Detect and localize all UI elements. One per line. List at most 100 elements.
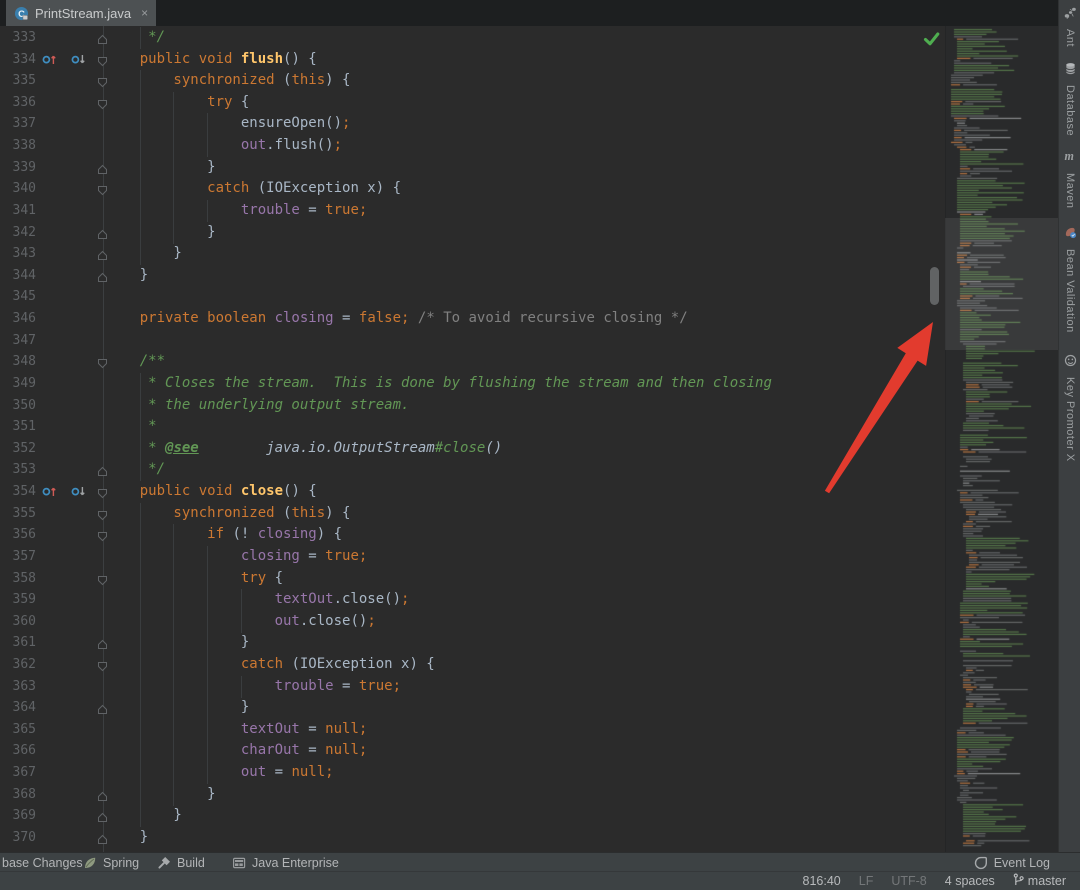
stripe-tab-key-promoter-x[interactable]: Key Promoter X (1059, 354, 1080, 462)
code-line[interactable]: 352 * @see java.io.OutputStream#close() (0, 438, 945, 460)
code-text[interactable]: try { (106, 568, 283, 590)
code-line[interactable]: 353 */ (0, 459, 945, 481)
code-text[interactable]: try { (106, 92, 249, 114)
code-line[interactable]: 348 /** (0, 351, 945, 373)
code-line[interactable]: 362 catch (IOException x) { (0, 654, 945, 676)
code-line[interactable]: 342 } (0, 222, 945, 244)
code-line[interactable]: 369 } (0, 805, 945, 827)
code-text[interactable]: } (106, 784, 216, 806)
code-line[interactable]: 364 } (0, 697, 945, 719)
code-text[interactable]: public void close() { (106, 481, 317, 503)
toolwindow-button-java-enterprise[interactable]: Java Enterprise (232, 853, 339, 872)
tab-printstream-java[interactable]: C PrintStream.java × (6, 0, 156, 26)
code-line[interactable]: 339 } (0, 157, 945, 179)
toolwindow-button-build[interactable]: Build (157, 853, 205, 872)
code-line[interactable]: 341 trouble = true; (0, 200, 945, 222)
code-line[interactable]: 334 public void flush() { (0, 49, 945, 71)
code-text[interactable]: synchronized (this) { (106, 70, 350, 92)
code-line[interactable]: 360 out.close(); (0, 611, 945, 633)
line-separator-widget[interactable]: LF (859, 874, 874, 888)
stripe-tab-ant[interactable]: Ant (1059, 6, 1080, 47)
encoding-widget[interactable]: UTF-8 (891, 874, 926, 888)
code-line[interactable]: 338 out.flush(); (0, 135, 945, 157)
code-line[interactable]: 368 } (0, 784, 945, 806)
code-line[interactable]: 346 private boolean closing = false; /* … (0, 308, 945, 330)
code-text[interactable]: } (106, 827, 148, 849)
overridden-down-icon[interactable] (71, 53, 86, 71)
code-line[interactable]: 357 closing = true; (0, 546, 945, 568)
code-text[interactable]: } (106, 265, 148, 287)
code-line[interactable]: 340 catch (IOException x) { (0, 178, 945, 200)
toolwindow-button-base-changes[interactable]: base Changes (2, 853, 83, 872)
code-line[interactable]: 347 (0, 330, 945, 352)
overridden-down-icon[interactable] (71, 485, 86, 503)
caret-position-widget[interactable]: 816:40 (803, 874, 841, 888)
code-text[interactable]: textOut = null; (106, 719, 367, 741)
code-line[interactable]: 333 */ (0, 27, 945, 49)
overrides-up-icon[interactable] (42, 53, 57, 71)
code-line[interactable]: 358 try { (0, 568, 945, 590)
code-text[interactable]: synchronized (this) { (106, 503, 350, 525)
code-text[interactable]: out.flush(); (106, 135, 342, 157)
code-text[interactable]: public void flush() { (106, 49, 317, 71)
stripe-tab-database[interactable]: Database (1059, 62, 1080, 136)
code-text[interactable]: if (! closing) { (106, 524, 342, 546)
code-text[interactable]: ensureOpen(); (106, 113, 350, 135)
code-text[interactable]: catch (IOException x) { (106, 654, 435, 676)
code-line[interactable]: 337 ensureOpen(); (0, 113, 945, 135)
code-text[interactable]: * Closes the stream. This is done by flu… (106, 373, 772, 395)
code-text[interactable]: } (106, 697, 249, 719)
code-text[interactable]: trouble = true; (106, 200, 367, 222)
stripe-tab-maven[interactable]: mMaven (1059, 150, 1080, 209)
toolwindow-button-event-log[interactable]: Event Log (974, 853, 1050, 872)
code-text[interactable]: textOut.close(); (106, 589, 409, 611)
indent-widget[interactable]: 4 spaces (945, 874, 995, 888)
code-text[interactable]: */ (106, 27, 165, 49)
code-text[interactable]: catch (IOException x) { (106, 178, 401, 200)
code-line[interactable]: 355 synchronized (this) { (0, 503, 945, 525)
code-text[interactable]: charOut = null; (106, 740, 367, 762)
code-text[interactable]: closing = true; (106, 546, 367, 568)
code-line[interactable]: 356 if (! closing) { (0, 524, 945, 546)
code-line[interactable]: 363 trouble = true; (0, 676, 945, 698)
stripe-tab-bean-validation[interactable]: Bean Validation (1059, 226, 1080, 333)
code-line[interactable]: 365 textOut = null; (0, 719, 945, 741)
code-text[interactable]: trouble = true; (106, 676, 401, 698)
code-text[interactable]: /** (106, 351, 165, 373)
code-text[interactable]: private boolean closing = false; /* To a… (106, 308, 688, 330)
code-line[interactable]: 344 } (0, 265, 945, 287)
overrides-up-icon[interactable] (42, 485, 57, 503)
code-line[interactable]: 359 textOut.close(); (0, 589, 945, 611)
code-text[interactable]: */ (106, 459, 165, 481)
code-text[interactable]: out = null; (106, 762, 334, 784)
code-line[interactable]: 350 * the underlying output stream. (0, 395, 945, 417)
minimap-viewport[interactable] (945, 218, 1058, 350)
code-text[interactable]: out.close(); (106, 611, 376, 633)
code-text[interactable]: } (106, 157, 216, 179)
code-line[interactable]: 354 public void close() { (0, 481, 945, 503)
inspections-ok-icon[interactable] (923, 31, 940, 52)
code-text[interactable]: } (106, 222, 216, 244)
code-line[interactable]: 349 * Closes the stream. This is done by… (0, 373, 945, 395)
code-line[interactable]: 345 (0, 286, 945, 308)
code-editor[interactable]: 333 */334 public void flush() {335 synch… (0, 26, 945, 852)
code-line[interactable]: 336 try { (0, 92, 945, 114)
code-minimap[interactable] (945, 26, 1059, 852)
code-text[interactable]: } (106, 805, 182, 827)
code-line[interactable]: 351 * (0, 416, 945, 438)
code-line[interactable]: 370 } (0, 827, 945, 849)
code-text[interactable]: * (106, 416, 157, 438)
toolwindow-button-spring[interactable]: Spring (83, 853, 139, 872)
code-text[interactable]: } (106, 632, 249, 654)
code-text[interactable]: * @see java.io.OutputStream#close() (106, 438, 502, 460)
git-branch-widget[interactable]: master (1013, 873, 1066, 889)
code-line[interactable]: 361 } (0, 632, 945, 654)
code-line[interactable]: 367 out = null; (0, 762, 945, 784)
code-text[interactable]: } (106, 243, 182, 265)
editor-scrollbar-thumb[interactable] (930, 267, 939, 305)
code-text[interactable]: * the underlying output stream. (106, 395, 409, 417)
code-line[interactable]: 366 charOut = null; (0, 740, 945, 762)
code-line[interactable]: 343 } (0, 243, 945, 265)
tab-close-icon[interactable]: × (141, 6, 148, 20)
code-line[interactable]: 335 synchronized (this) { (0, 70, 945, 92)
